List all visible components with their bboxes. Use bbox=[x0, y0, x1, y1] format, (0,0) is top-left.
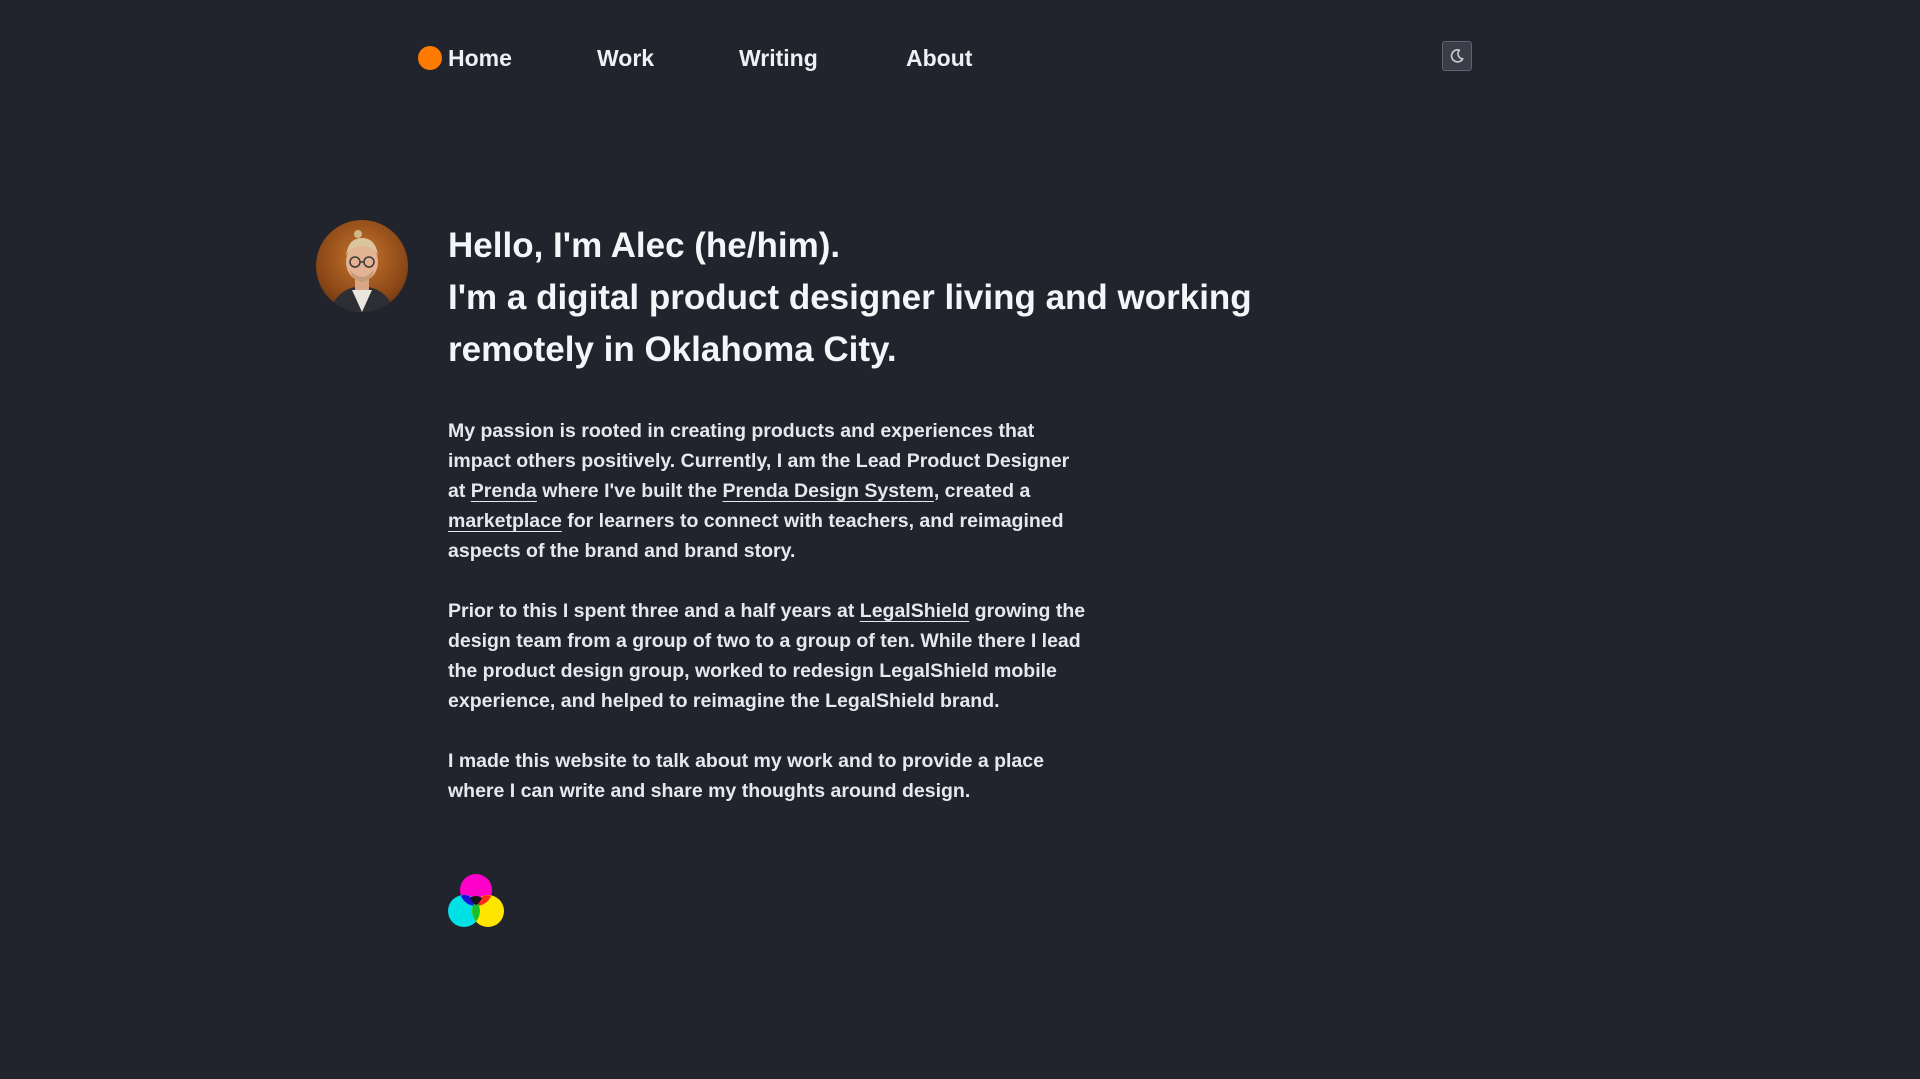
marketplace-link[interactable]: marketplace bbox=[448, 510, 562, 532]
main-nav: Home Work Writing About bbox=[418, 38, 1472, 78]
hero-tagline: I'm a digital product designer living an… bbox=[448, 278, 1252, 369]
about-paragraph-2: Prior to this I spent three and a half y… bbox=[448, 596, 1088, 716]
hero-intro: Hello, I'm Alec (he/him). I'm a digital … bbox=[448, 220, 1308, 376]
about-paragraph-3: I made this website to talk about my wor… bbox=[448, 750, 1044, 802]
moon-icon bbox=[1450, 49, 1464, 63]
theme-toggle-button[interactable] bbox=[1442, 41, 1472, 71]
about-p1-text-2: where I've built the bbox=[536, 480, 723, 502]
about-content: My passion is rooted in creating product… bbox=[448, 416, 1088, 836]
hero-greeting: Hello, I'm Alec (he/him). bbox=[448, 226, 841, 265]
home-dot-icon bbox=[418, 46, 442, 70]
nav-home-link[interactable]: Home bbox=[418, 38, 512, 78]
nav-work-link[interactable]: Work bbox=[597, 38, 654, 78]
about-p1-text-3: , created a bbox=[933, 480, 1031, 502]
hero-heading: Hello, I'm Alec (he/him). I'm a digital … bbox=[448, 220, 1308, 376]
about-paragraph-1: My passion is rooted in creating product… bbox=[448, 416, 1088, 566]
nav-about-link[interactable]: About bbox=[906, 38, 972, 78]
prenda-link[interactable]: Prenda bbox=[471, 480, 537, 502]
legalshield-link[interactable]: LegalShield bbox=[860, 600, 969, 622]
about-p2-text-1: Prior to this I spent three and a half y… bbox=[448, 600, 860, 622]
nav-writing-link[interactable]: Writing bbox=[739, 38, 818, 78]
avatar bbox=[316, 220, 408, 312]
cmy-logo-icon bbox=[446, 874, 506, 932]
cmy-circles-icon bbox=[448, 874, 504, 927]
prenda-design-system-link[interactable]: Prenda Design System bbox=[722, 480, 933, 502]
avatar-portrait bbox=[316, 220, 408, 312]
page: Home Work Writing About Hello, I'm Alec … bbox=[0, 0, 1920, 1079]
nav-home-label: Home bbox=[448, 45, 512, 71]
